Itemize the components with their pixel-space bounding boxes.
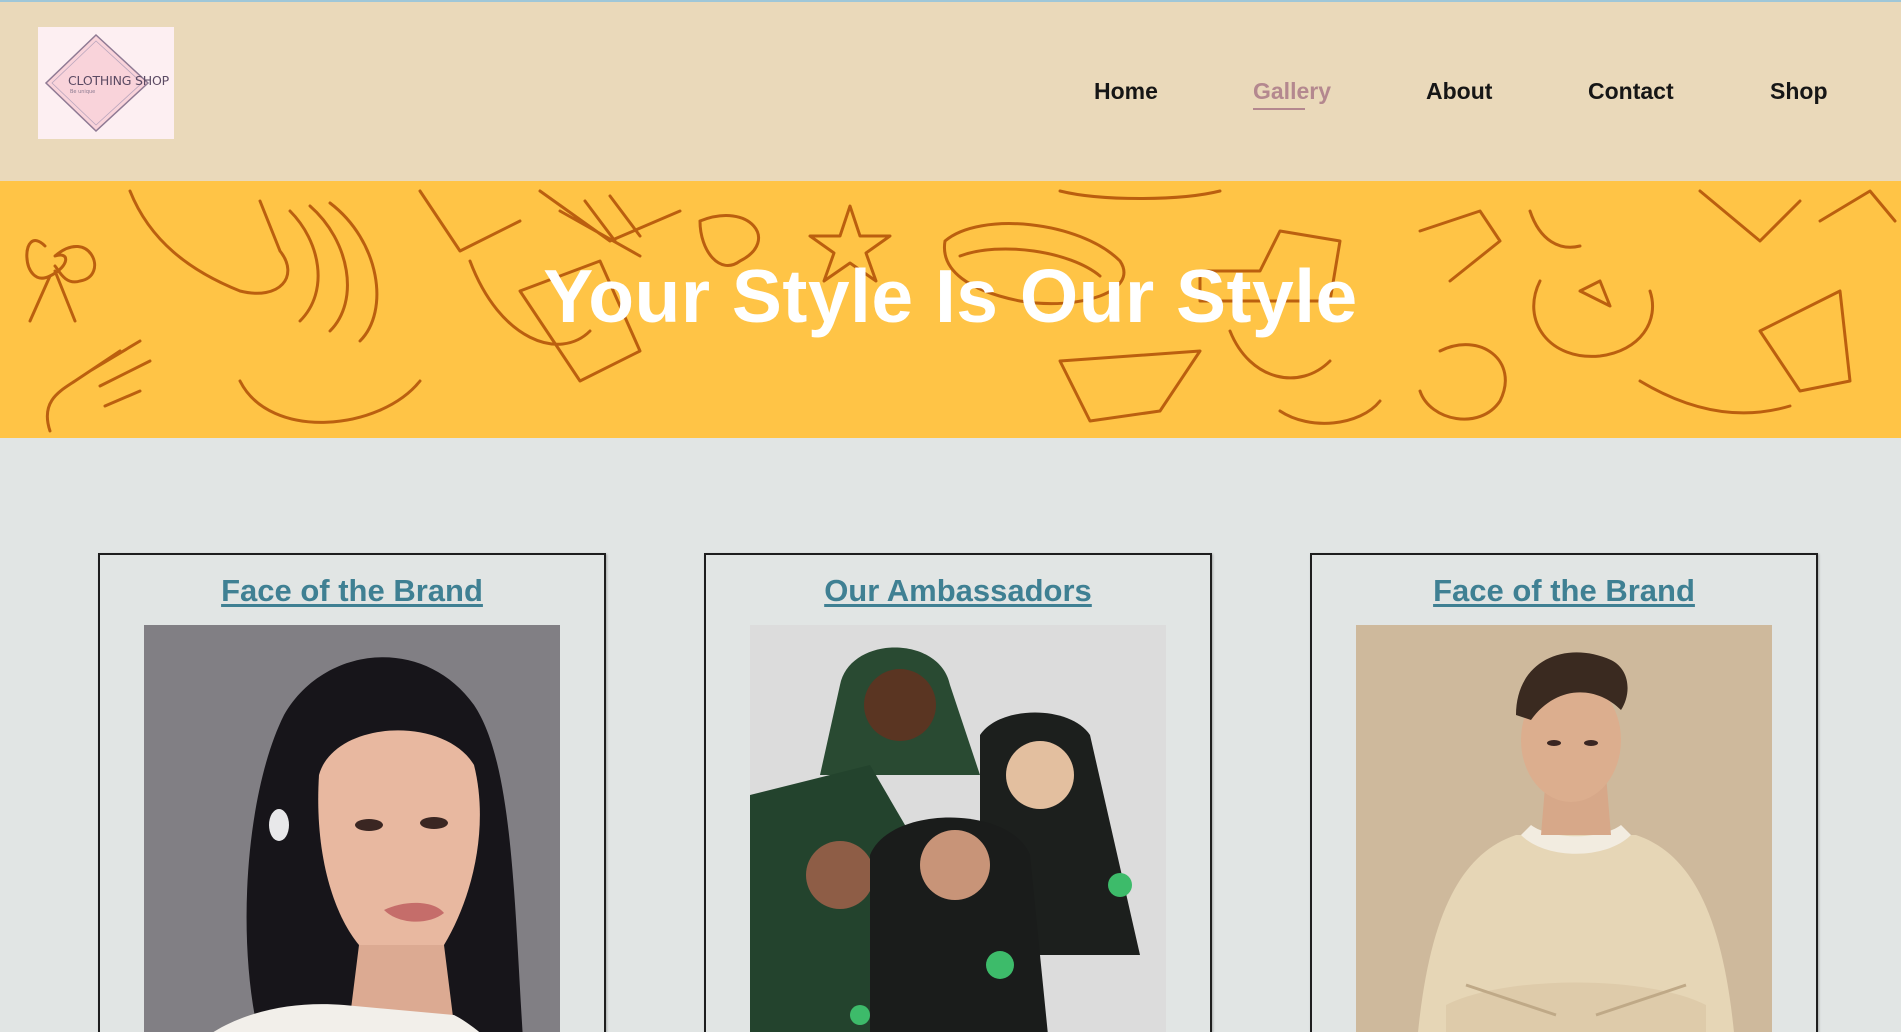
gallery-card: Face of the Brand: [98, 553, 606, 1032]
card-title-link[interactable]: Face of the Brand: [100, 573, 604, 609]
card-title-link[interactable]: Face of the Brand: [1312, 573, 1816, 609]
nav-about[interactable]: About: [1426, 78, 1492, 105]
woman-portrait-photo: [144, 625, 560, 1032]
site-header: CLOTHING SHOP Be unique Home Gallery Abo…: [0, 2, 1901, 181]
gallery-card: Face of the Brand: [1310, 553, 1818, 1032]
nav-gallery[interactable]: Gallery: [1253, 78, 1331, 110]
logo-text: CLOTHING SHOP: [68, 73, 169, 88]
group-hoodies-photo: [750, 625, 1166, 1032]
banner-title: Your Style Is Our Style: [543, 254, 1358, 338]
nav-home[interactable]: Home: [1094, 78, 1158, 105]
nav-shop[interactable]: Shop: [1770, 78, 1828, 105]
hero-banner: Your Style Is Our Style: [0, 181, 1901, 438]
gallery-card: Our Ambassadors: [704, 553, 1212, 1032]
man-portrait-photo: [1356, 625, 1772, 1032]
card-title-link[interactable]: Our Ambassadors: [706, 573, 1210, 609]
nav-contact[interactable]: Contact: [1588, 78, 1674, 105]
logo-subtext: Be unique: [70, 89, 96, 95]
site-logo[interactable]: CLOTHING SHOP Be unique: [38, 27, 174, 139]
